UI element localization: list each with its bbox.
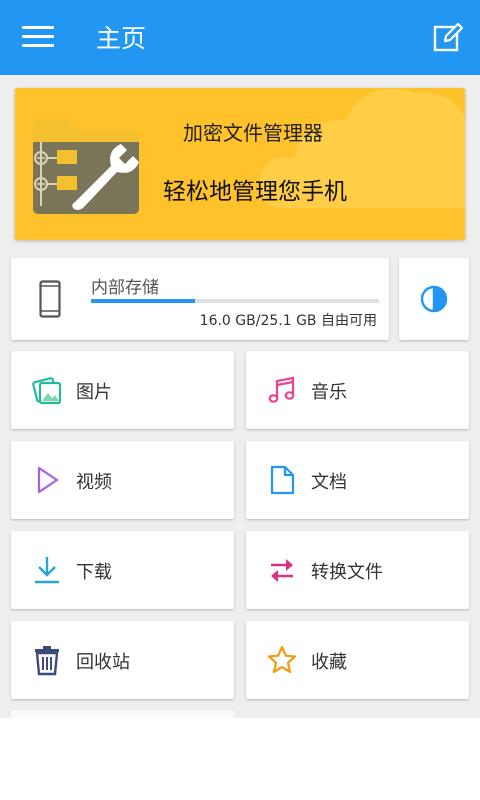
edit-icon[interactable]: [433, 22, 463, 52]
banner-title: 加密文件管理器: [183, 121, 323, 145]
storage-analysis-button[interactable]: [399, 258, 469, 340]
category-label: 下载: [76, 562, 112, 583]
folder-wrench-logo: [33, 120, 139, 214]
category-recycle-bin[interactable]: 回收站: [11, 621, 234, 699]
music-icon: [268, 376, 295, 403]
bottom-fade: [0, 718, 480, 800]
download-icon: [35, 557, 59, 584]
internal-storage-card[interactable]: 内部存储 16.0 GB/25.1 GB 自由可用: [11, 258, 389, 340]
pie-chart-icon: [420, 285, 448, 313]
phone-icon: [39, 280, 61, 318]
category-label: 回收站: [76, 652, 130, 673]
transfer-icon: [271, 559, 293, 582]
cloud-decoration: [259, 89, 465, 208]
video-play-icon: [37, 466, 59, 494]
document-icon: [270, 465, 295, 495]
category-music[interactable]: 音乐: [246, 351, 469, 429]
category-transfer-files[interactable]: 转换文件: [246, 531, 469, 609]
storage-label: 内部存储: [91, 278, 159, 298]
page-title: 主页: [96, 24, 147, 53]
app-bar: 主页: [0, 0, 480, 75]
star-icon: [267, 645, 297, 674]
category-favorites[interactable]: 收藏: [246, 621, 469, 699]
category-label: 文档: [311, 472, 347, 493]
category-label: 图片: [76, 382, 112, 403]
menu-icon[interactable]: [22, 26, 54, 48]
category-images[interactable]: 图片: [11, 351, 234, 429]
category-label: 收藏: [311, 652, 347, 673]
category-videos[interactable]: 视频: [11, 441, 234, 519]
category-downloads[interactable]: 下载: [11, 531, 234, 609]
storage-progress-bar: [91, 299, 379, 303]
storage-progress-fill: [91, 299, 195, 303]
trash-icon: [35, 646, 59, 676]
category-label: 音乐: [311, 382, 347, 403]
category-label: 视频: [76, 472, 112, 493]
banner-subtitle: 轻松地管理您手机: [163, 179, 347, 205]
promo-banner[interactable]: 加密文件管理器 轻松地管理您手机: [15, 88, 465, 240]
category-documents[interactable]: 文档: [246, 441, 469, 519]
storage-size-text: 16.0 GB/25.1 GB 自由可用: [199, 313, 377, 329]
image-icon: [32, 377, 62, 405]
category-label: 转换文件: [311, 562, 383, 583]
